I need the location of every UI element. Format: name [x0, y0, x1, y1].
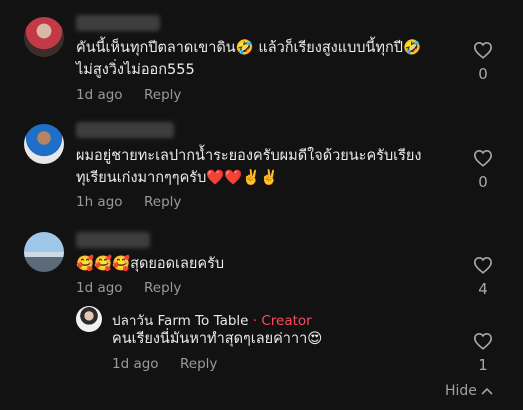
comment-time: 1d ago [76, 87, 123, 103]
creator-badge: Creator [261, 313, 312, 329]
username-redacted [76, 122, 174, 138]
heart-icon[interactable] [463, 256, 503, 274]
comment-text: 🥰🥰🥰สุดยอดเลยครับ [76, 256, 225, 272]
chevron-up-icon[interactable] [477, 383, 493, 399]
like-count: 0 [478, 173, 488, 191]
reply-text: คนเรียงนี่มันหาทำสุดๆเลยค่าาา😍 [112, 331, 323, 347]
reply-button[interactable]: Reply [144, 87, 181, 103]
like-button[interactable]: 1 [463, 332, 503, 374]
creator-avatar[interactable] [76, 306, 102, 332]
username-redacted [76, 232, 150, 248]
avatar[interactable] [24, 17, 64, 57]
heart-icon[interactable] [463, 41, 503, 59]
reply-button[interactable]: Reply [144, 280, 181, 296]
comment-time: 1d ago [76, 280, 123, 296]
username-redacted [76, 15, 160, 31]
reply-button[interactable]: Reply [180, 356, 217, 372]
like-button[interactable]: 0 [463, 149, 503, 191]
like-button[interactable]: 4 [463, 256, 503, 298]
heart-icon[interactable] [463, 149, 503, 167]
comment-time: 1h ago [76, 194, 123, 210]
comment-text: ผมอยู่ชายทะเลปากน้ำระยองครับผมดีใจด้วยนะ… [76, 148, 422, 186]
like-button[interactable]: 0 [463, 41, 503, 83]
avatar[interactable] [24, 232, 64, 272]
avatar[interactable] [24, 124, 64, 164]
heart-icon[interactable] [463, 332, 503, 350]
comment-text: คันนี้เห็นทุกปีตลาดเขาดิน🤣 แล้วก็เรียงสู… [76, 40, 422, 78]
like-count: 4 [478, 280, 488, 298]
like-count: 1 [478, 356, 488, 374]
hide-replies-button[interactable]: Hide [445, 383, 493, 399]
reply-author[interactable]: ปลาวัน Farm To Table [112, 313, 249, 329]
reply-button[interactable]: Reply [144, 194, 181, 210]
like-count: 0 [478, 65, 488, 83]
reply-time: 1d ago [112, 356, 159, 372]
